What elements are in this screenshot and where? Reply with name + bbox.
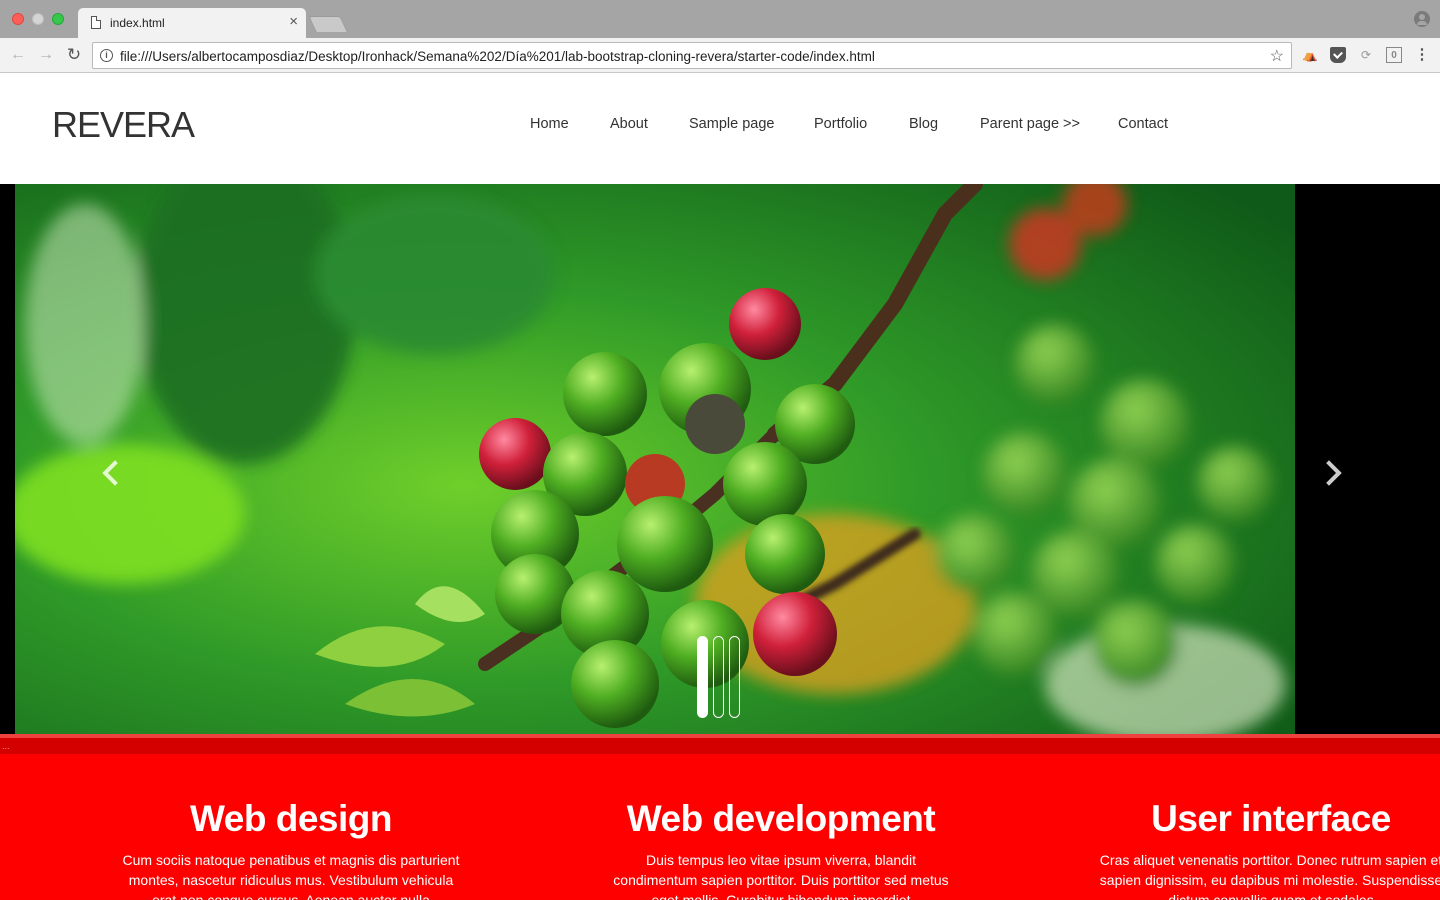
close-window-button[interactable] <box>12 13 24 25</box>
main-nav: Home About Sample page Portfolio Blog Pa… <box>0 116 1440 136</box>
site-header: REVERA Home About Sample page Portfolio … <box>0 74 1440 184</box>
section-divider: ... <box>0 734 1440 754</box>
nav-about[interactable]: About <box>610 116 648 132</box>
carousel-next-icon[interactable] <box>1318 456 1342 488</box>
profile-icon[interactable] <box>1414 11 1430 27</box>
tab-title: index.html <box>110 16 165 30</box>
feature-title: Web design <box>190 798 392 839</box>
close-tab-icon[interactable]: × <box>289 13 298 31</box>
coffee-berries-image <box>15 184 1295 734</box>
minimize-window-button[interactable] <box>32 13 44 25</box>
extension-tent-icon[interactable]: ⛺ <box>1302 47 1318 63</box>
features-section: Web design Cum sociis natoque penatibus … <box>0 754 1440 900</box>
file-icon <box>91 16 101 29</box>
feature-web-design: Web design Cum sociis natoque penatibus … <box>115 798 467 900</box>
carousel-indicator-1[interactable] <box>697 636 708 718</box>
nav-parent-page[interactable]: Parent page >> <box>980 116 1080 132</box>
divider-dots: ... <box>2 741 10 751</box>
bookmark-star-icon[interactable]: ☆ <box>1270 46 1284 66</box>
feature-title: User interface <box>1151 798 1391 839</box>
nav-contact[interactable]: Contact <box>1118 116 1168 132</box>
info-icon[interactable]: i <box>100 49 113 62</box>
browser-menu-icon[interactable]: ⋮ <box>1414 47 1430 63</box>
forward-button[interactable]: → <box>36 45 56 65</box>
pocket-icon[interactable] <box>1330 47 1346 63</box>
nav-home[interactable]: Home <box>530 116 569 132</box>
new-tab-button[interactable] <box>308 16 348 32</box>
browser-titlebar: index.html × <box>0 0 1440 38</box>
feature-text: Cras aliquet venenatis porttitor. Donec … <box>1099 852 1440 900</box>
feature-text: Duis tempus leo vitae ipsum viverra, bla… <box>613 852 949 900</box>
nav-sample-page[interactable]: Sample page <box>689 116 774 132</box>
hero-carousel <box>0 184 1440 734</box>
reload-button[interactable]: ↻ <box>64 45 84 65</box>
carousel-indicator-3[interactable] <box>729 636 740 718</box>
address-bar[interactable]: i file:///Users/albertocamposdiaz/Deskto… <box>92 42 1292 69</box>
nav-portfolio[interactable]: Portfolio <box>814 116 867 132</box>
back-button[interactable]: ← <box>8 45 28 65</box>
extension-sync-icon[interactable]: ⟳ <box>1358 47 1374 63</box>
url-text[interactable]: file:///Users/albertocamposdiaz/Desktop/… <box>120 49 875 64</box>
feature-text: Cum sociis natoque penatibus et magnis d… <box>122 852 460 900</box>
feature-title: Web development <box>626 798 936 839</box>
zoom-window-button[interactable] <box>52 13 64 25</box>
extension-counter-icon[interactable]: 0 <box>1386 47 1402 63</box>
feature-web-development: Web development Duis tempus leo vitae ip… <box>605 798 957 900</box>
browser-toolbar: ← → ↻ i file:///Users/albertocamposdiaz/… <box>0 38 1440 73</box>
carousel-indicator-2[interactable] <box>713 636 724 718</box>
browser-tab-active[interactable]: index.html × <box>78 8 306 38</box>
feature-user-interface: User interface Cras aliquet venenatis po… <box>1095 798 1440 900</box>
nav-blog[interactable]: Blog <box>909 116 938 132</box>
carousel-slide-image <box>15 184 1295 734</box>
carousel-prev-icon[interactable] <box>100 456 124 488</box>
carousel-indicators <box>697 636 745 720</box>
